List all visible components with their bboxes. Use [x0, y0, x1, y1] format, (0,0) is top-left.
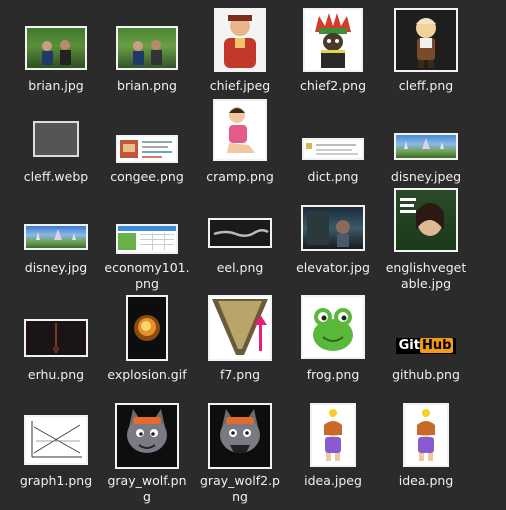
file-item-gray-wolf2-png[interactable]: gray_wolf2.png: [194, 401, 286, 505]
thumbnail-github-png: Git Hub: [394, 336, 458, 356]
file-item-eel-png[interactable]: eel.png: [194, 188, 286, 276]
file-name: cleff.webp: [23, 169, 89, 184]
file-name: graph1.png: [19, 473, 93, 488]
file-name: economy101.png: [104, 260, 190, 291]
file-name: eel.png: [216, 260, 264, 275]
file-name: frog.png: [306, 367, 360, 382]
file-item-erhu-png[interactable]: erhu.png: [10, 295, 102, 383]
file-item-disney-jpeg[interactable]: disney.jpeg: [380, 97, 472, 185]
file-item-chief-jpeg[interactable]: chief.jpeg: [194, 6, 286, 94]
file-name: github.png: [392, 367, 460, 382]
thumbnail-dict-png: [302, 138, 364, 160]
file-name: erhu.png: [27, 367, 85, 382]
thumbnail-chief-jpeg: [214, 8, 266, 72]
file-item-cramp-png[interactable]: cramp.png: [194, 97, 286, 185]
file-name: disney.jpg: [24, 260, 88, 275]
thumbnail-cleff-png: [394, 8, 458, 72]
file-item-explosion-gif[interactable]: explosion.gif: [101, 295, 193, 383]
file-name: brian.jpg: [28, 78, 84, 93]
file-name: gray_wolf.png: [107, 473, 187, 504]
thumbnail-cramp-png: [213, 99, 267, 161]
thumbnail-frog-png: [301, 295, 365, 359]
thumbnail-f7-png: [208, 295, 272, 361]
thumbnail-chief2-png: [303, 8, 363, 72]
file-item-elevator-jpg[interactable]: elevator.jpg: [287, 188, 379, 276]
file-name: congee.png: [110, 169, 184, 184]
file-item-f7-png[interactable]: f7.png: [194, 295, 286, 383]
file-item-brian-jpg[interactable]: brian.jpg: [10, 6, 102, 94]
thumbnail-eel-png: [208, 218, 272, 248]
github-logo-git: Git: [398, 338, 420, 353]
file-item-congee-png[interactable]: congee.png: [101, 97, 193, 185]
file-name: chief.jpeg: [209, 78, 271, 93]
thumbnail-idea-png: [403, 403, 449, 467]
file-item-cleff-webp[interactable]: cleff.webp: [10, 97, 102, 185]
thumbnail-brian-jpg: [25, 26, 87, 70]
file-item-gray-wolf-png[interactable]: gray_wolf.png: [101, 401, 193, 505]
thumbnail-elevator-jpg: [301, 205, 365, 251]
file-name: cramp.png: [206, 169, 274, 184]
file-item-frog-png[interactable]: frog.png: [287, 295, 379, 383]
file-name: disney.jpeg: [390, 169, 462, 184]
file-name: f7.png: [219, 367, 261, 382]
file-name: explosion.gif: [107, 367, 187, 382]
file-name: idea.png: [398, 473, 454, 488]
thumbnail-explosion-gif: [126, 295, 168, 361]
file-name: gray_wolf2.png: [200, 473, 280, 504]
github-logo-hub: Hub: [419, 338, 454, 353]
thumbnail-economy101-png: [116, 224, 178, 254]
file-name: dict.png: [307, 169, 359, 184]
thumbnail-englishvegetable-jpg: [394, 188, 458, 252]
file-item-dict-png[interactable]: dict.png: [287, 97, 379, 185]
thumbnail-disney-jpg: [24, 224, 88, 250]
thumbnail-disney-jpeg: [394, 133, 458, 160]
thumbnail-brian-png: [116, 26, 178, 70]
file-name: brian.png: [117, 78, 177, 93]
file-item-chief2-png[interactable]: chief2.png: [287, 6, 379, 94]
file-item-idea-jpeg[interactable]: idea.jpeg: [287, 401, 379, 489]
thumbnail-graph1-png: [24, 415, 88, 465]
thumbnail-idea-jpeg: [310, 403, 356, 467]
file-item-github-png[interactable]: Git Hub github.png: [380, 295, 472, 383]
thumbnail-gray-wolf-png: [115, 403, 179, 469]
file-item-graph1-png[interactable]: graph1.png: [10, 401, 102, 489]
file-item-idea-png[interactable]: idea.png: [380, 401, 472, 489]
thumbnail-gray-wolf2-png: [208, 403, 272, 469]
file-name: chief2.png: [299, 78, 367, 93]
file-name: englishvegetable.jpg: [385, 260, 467, 291]
file-item-englishvegetable-jpg[interactable]: englishvegetable.jpg: [380, 188, 472, 292]
file-item-disney-jpg[interactable]: disney.jpg: [10, 188, 102, 276]
file-grid: brian.jpg brian.png chief.jpeg chief2.pn…: [0, 0, 506, 510]
thumbnail-cleff-webp: [33, 121, 79, 157]
file-name: idea.jpeg: [304, 473, 362, 488]
thumbnail-congee-png: [116, 135, 178, 163]
thumbnail-erhu-png: [24, 319, 88, 357]
file-item-cleff-png[interactable]: cleff.png: [380, 6, 472, 94]
file-name: cleff.png: [398, 78, 454, 93]
file-item-economy101-png[interactable]: economy101.png: [101, 188, 193, 292]
file-name: elevator.jpg: [296, 260, 370, 275]
file-item-brian-png[interactable]: brian.png: [101, 6, 193, 94]
